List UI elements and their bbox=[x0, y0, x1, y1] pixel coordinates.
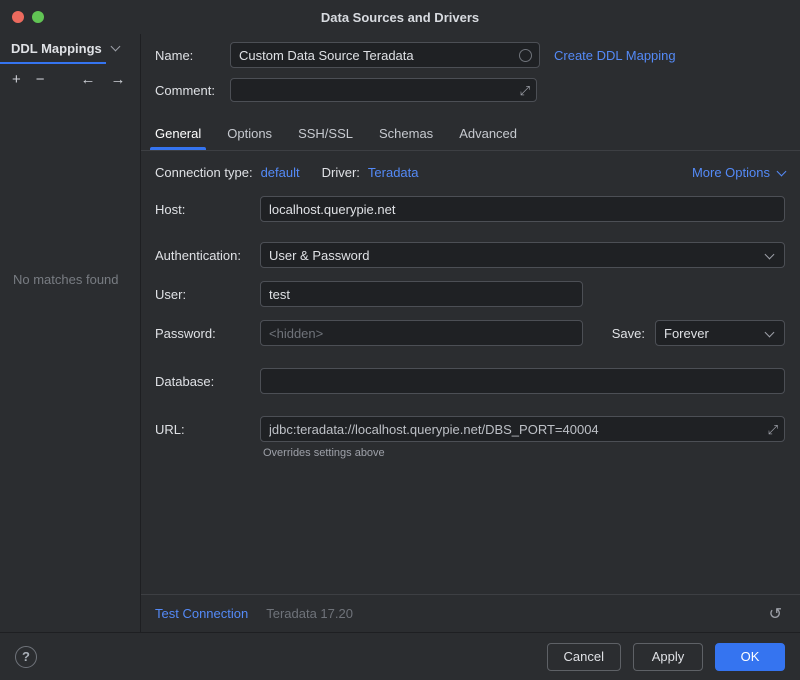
data-sources-dialog: Data Sources and Drivers DDL Mappings + … bbox=[0, 0, 800, 680]
forward-arrow-icon: → bbox=[111, 71, 126, 88]
help-button[interactable]: ? bbox=[15, 646, 37, 668]
close-button[interactable] bbox=[12, 11, 24, 23]
tab-bar: General Options SSH/SSL Schemas Advanced bbox=[141, 120, 800, 151]
database-label: Database: bbox=[155, 374, 260, 389]
traffic-lights bbox=[12, 11, 44, 23]
save-select[interactable]: Forever bbox=[655, 320, 785, 346]
driver-label: Driver: bbox=[322, 165, 360, 180]
chevron-down-icon bbox=[765, 328, 775, 338]
connection-footer: Test Connection Teradata 17.20 ↺ bbox=[141, 594, 800, 632]
back-button[interactable]: ← bbox=[81, 72, 96, 88]
driver-value-link[interactable]: Teradata bbox=[368, 165, 419, 180]
chevron-down-icon bbox=[765, 250, 775, 260]
sidebar-view-selector[interactable]: DDL Mappings bbox=[0, 34, 140, 62]
help-icon: ? bbox=[22, 649, 30, 664]
plus-icon: + bbox=[12, 71, 21, 88]
tab-schemas[interactable]: Schemas bbox=[371, 120, 441, 150]
ok-button[interactable]: OK bbox=[715, 643, 785, 671]
tab-advanced[interactable]: Advanced bbox=[451, 120, 525, 150]
sidebar: DDL Mappings + − ← → No matches found bbox=[0, 34, 141, 632]
test-connection-link[interactable]: Test Connection bbox=[155, 606, 248, 621]
save-label: Save: bbox=[612, 326, 645, 341]
zoom-button[interactable] bbox=[32, 11, 44, 23]
cancel-button[interactable]: Cancel bbox=[547, 643, 621, 671]
user-label: User: bbox=[155, 287, 260, 302]
authentication-label: Authentication: bbox=[155, 248, 260, 263]
chevron-down-icon bbox=[110, 42, 120, 52]
tab-options[interactable]: Options bbox=[219, 120, 280, 150]
tab-general[interactable]: General bbox=[147, 120, 209, 150]
main-panel: Name: Create DDL Mapping Comment: ⤢ Gene… bbox=[141, 34, 800, 632]
driver-version-text: Teradata 17.20 bbox=[266, 606, 353, 621]
url-input[interactable] bbox=[260, 416, 785, 442]
password-input[interactable] bbox=[260, 320, 583, 346]
more-options-link[interactable]: More Options bbox=[692, 165, 785, 180]
more-options-label: More Options bbox=[692, 165, 770, 180]
sidebar-toolbar: + − ← → bbox=[0, 66, 140, 96]
password-label: Password: bbox=[155, 326, 260, 341]
comment-label: Comment: bbox=[155, 83, 230, 98]
name-label: Name: bbox=[155, 48, 230, 63]
reset-icon[interactable]: ↺ bbox=[769, 604, 782, 624]
url-expand-icon[interactable]: ⤢ bbox=[768, 423, 778, 436]
database-input[interactable] bbox=[260, 368, 785, 394]
minus-icon: − bbox=[36, 71, 45, 88]
comment-input[interactable] bbox=[230, 78, 537, 102]
chevron-down-icon bbox=[777, 166, 787, 176]
save-select-value: Forever bbox=[664, 326, 709, 341]
sidebar-selector-underline bbox=[0, 62, 106, 64]
comment-expand-icon[interactable]: ⤢ bbox=[520, 84, 530, 97]
user-input[interactable] bbox=[260, 281, 583, 307]
host-label: Host: bbox=[155, 202, 260, 217]
name-input[interactable] bbox=[230, 42, 540, 68]
forward-button[interactable]: → bbox=[111, 72, 126, 88]
connection-type-value-link[interactable]: default bbox=[261, 165, 300, 180]
tab-ssh-ssl[interactable]: SSH/SSL bbox=[290, 120, 361, 150]
authentication-select[interactable]: User & Password bbox=[260, 242, 785, 268]
titlebar: Data Sources and Drivers bbox=[0, 0, 800, 34]
connection-type-label: Connection type: bbox=[155, 165, 253, 180]
add-button[interactable]: + bbox=[12, 72, 21, 88]
authentication-select-value: User & Password bbox=[269, 248, 369, 263]
bottom-bar: ? Cancel Apply OK bbox=[0, 632, 800, 680]
create-ddl-mapping-link[interactable]: Create DDL Mapping bbox=[554, 48, 676, 63]
sidebar-view-selector-label: DDL Mappings bbox=[11, 41, 102, 56]
name-field-circle-icon bbox=[519, 49, 532, 62]
host-input[interactable] bbox=[260, 196, 785, 222]
url-hint: Overrides settings above bbox=[263, 447, 785, 459]
sidebar-empty-text: No matches found bbox=[0, 272, 140, 287]
url-label: URL: bbox=[155, 422, 260, 437]
window-title: Data Sources and Drivers bbox=[321, 10, 479, 25]
back-arrow-icon: ← bbox=[81, 71, 96, 88]
apply-button[interactable]: Apply bbox=[633, 643, 703, 671]
remove-button[interactable]: − bbox=[36, 72, 45, 88]
